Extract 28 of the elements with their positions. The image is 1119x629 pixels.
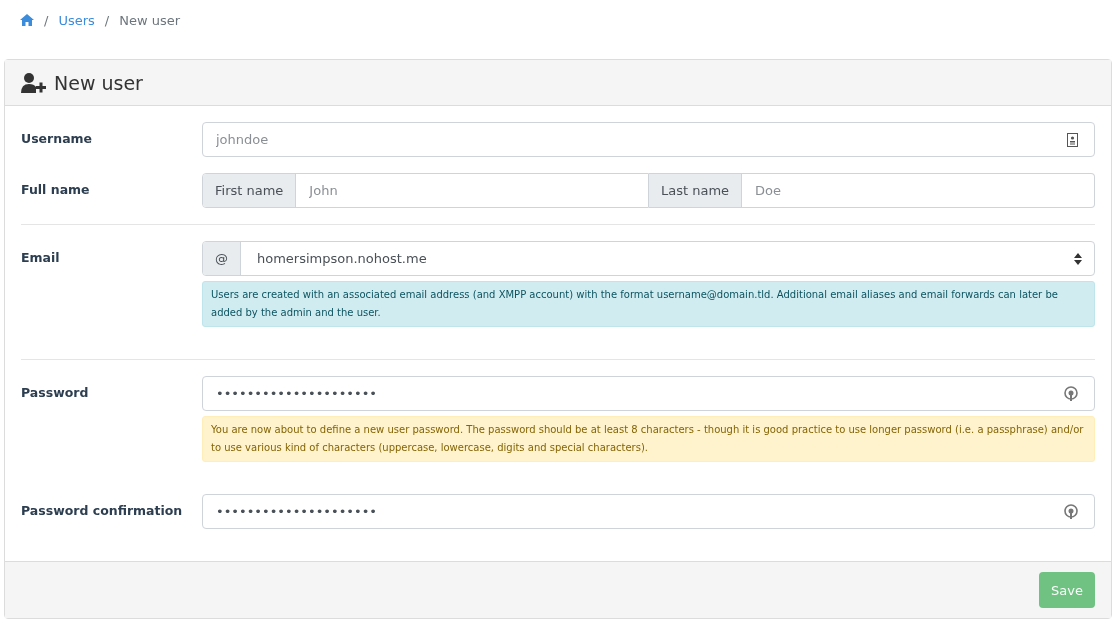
contact-card-icon [1067, 132, 1078, 147]
home-link[interactable] [20, 14, 34, 26]
select-value: homersimpson.nohost.me [257, 251, 427, 266]
breadcrumb-current: New user [119, 12, 181, 28]
info-help-text: Users are created with an associated email address (and XMPP account) with the format username@domain.tld. Additional email aliases and email forwards can later be added by the admin and the user. [202, 281, 1095, 327]
field-label: Email [21, 249, 61, 265]
field-label: Username [21, 130, 94, 146]
field-addon: First name [203, 174, 297, 207]
breadcrumb-separator: / [44, 12, 49, 28]
last-name-field[interactable]: Last name Doe [649, 173, 1095, 208]
sort-caret-icon [1074, 252, 1082, 265]
last-name-input[interactable]: Doe [742, 174, 1094, 207]
warning-help-text: You are now about to define a new user password. The password should be at least 8 characters - though it is good practice to use longer password (i.e. a passphrase) and/or to use various kind of characters (uppercase, lowercase, digits and special characters). [202, 416, 1095, 462]
first-name-input[interactable]: John [296, 174, 648, 207]
field-addon: Last name [649, 174, 743, 207]
key-icon[interactable] [1064, 385, 1078, 402]
field-label: Password [21, 384, 90, 400]
first-name-field[interactable]: First name John [202, 173, 649, 208]
user-plus-icon [21, 72, 46, 93]
field-addon: @ [203, 242, 241, 275]
card-title: New user [54, 71, 143, 94]
field-label: Password confirmation [21, 502, 184, 518]
field-label: Full name [21, 181, 91, 197]
breadcrumb-link[interactable]: Users [58, 12, 95, 28]
breadcrumb-separator: / [104, 12, 110, 28]
key-icon[interactable] [1064, 503, 1078, 520]
home-icon [20, 14, 34, 26]
domain-select[interactable]: @ homersimpson.nohost.me [202, 241, 1095, 276]
